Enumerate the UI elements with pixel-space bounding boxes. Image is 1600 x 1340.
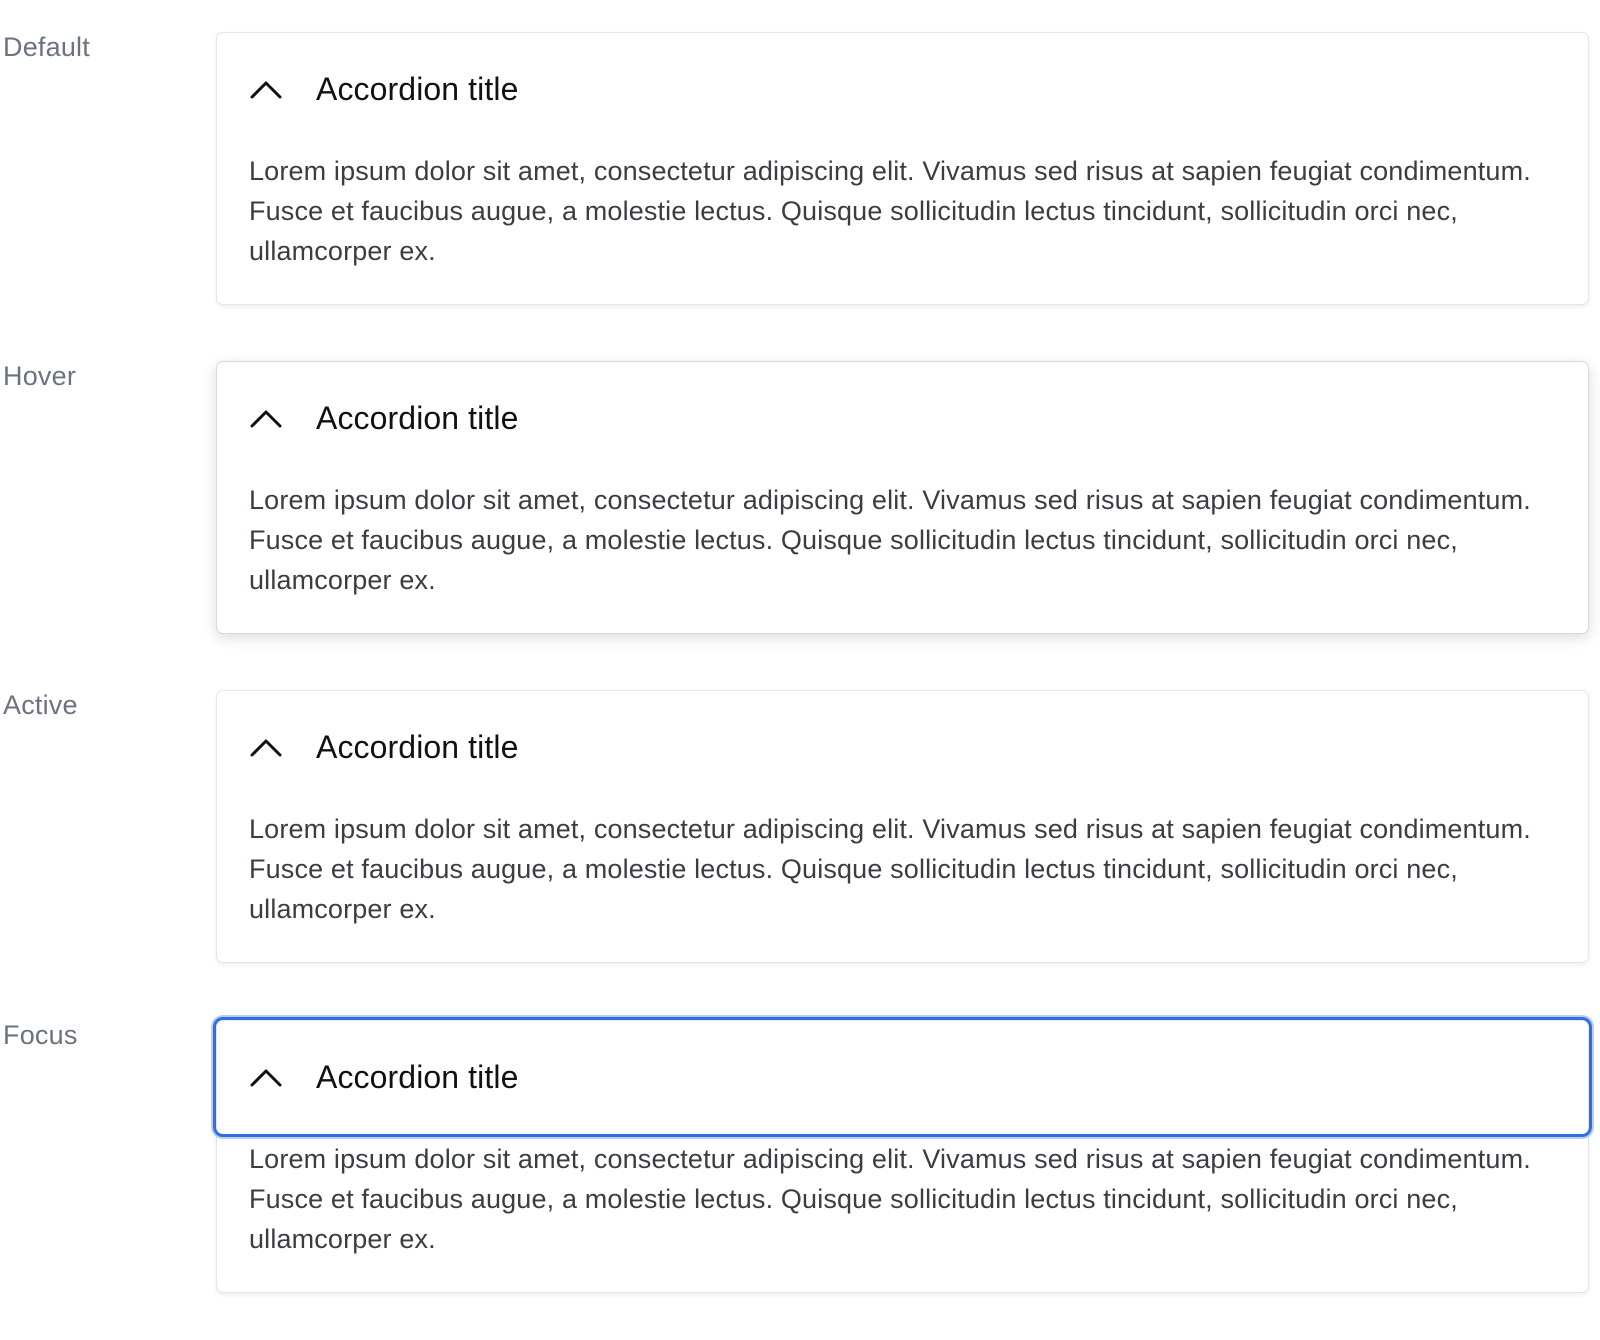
state-label: Hover — [3, 361, 77, 391]
state-label: Active — [3, 690, 78, 720]
accordion-title: Accordion title — [316, 729, 519, 765]
chevron-up-icon — [250, 1069, 282, 1087]
accordion-header[interactable]: Accordion title — [217, 691, 1588, 807]
accordion-hover: Accordion title Lorem ipsum dolor sit am… — [216, 361, 1589, 634]
accordion-title: Accordion title — [316, 71, 519, 107]
accordion-body: Lorem ipsum dolor sit amet, consectetur … — [249, 814, 1531, 924]
state-label: Focus — [3, 1020, 78, 1050]
chevron-up-icon — [250, 739, 282, 757]
accordion-body: Lorem ipsum dolor sit amet, consectetur … — [249, 1144, 1531, 1254]
chevron-up-icon — [250, 81, 282, 99]
accordion-focus: Accordion title Lorem ipsum dolor sit am… — [213, 1017, 1592, 1293]
accordion-header[interactable]: Accordion title — [213, 1017, 1592, 1137]
accordion-active: Accordion title Lorem ipsum dolor sit am… — [216, 690, 1589, 963]
accordion-body: Lorem ipsum dolor sit amet, consectetur … — [249, 156, 1531, 266]
accordion-default: Accordion title Lorem ipsum dolor sit am… — [216, 32, 1589, 305]
accordion-header[interactable]: Accordion title — [217, 33, 1588, 149]
state-label: Default — [3, 32, 90, 62]
chevron-up-icon — [250, 410, 282, 428]
accordion-title: Accordion title — [316, 400, 519, 436]
accordion-header[interactable]: Accordion title — [217, 362, 1588, 478]
accordion-body: Lorem ipsum dolor sit amet, consectetur … — [249, 485, 1531, 595]
accordion-title: Accordion title — [316, 1059, 519, 1095]
